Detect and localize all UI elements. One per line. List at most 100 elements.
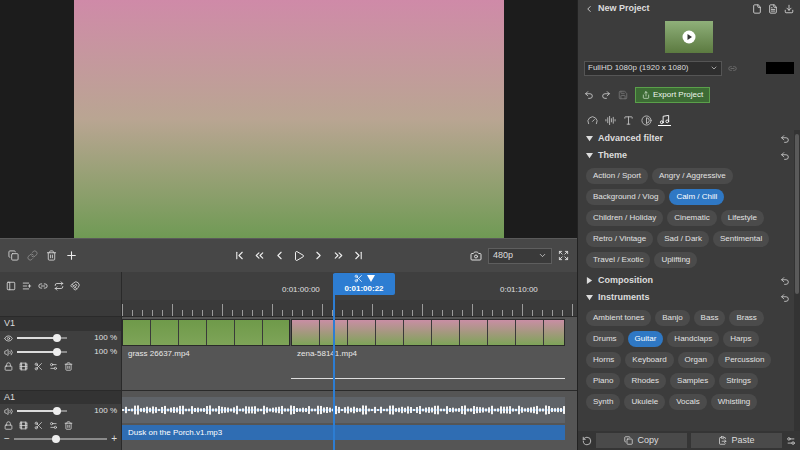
filter-chip[interactable]: Keyboard <box>625 352 673 368</box>
fast-forward-icon[interactable] <box>332 249 345 262</box>
rewind-icon[interactable] <box>253 249 266 262</box>
filter-chip[interactable]: Angry / Aggressive <box>652 168 733 184</box>
undo-icon[interactable] <box>584 90 594 100</box>
file-icon[interactable] <box>752 4 762 14</box>
document-icon[interactable] <box>768 4 778 14</box>
text-tab-icon[interactable] <box>623 115 634 126</box>
filter-chip[interactable]: Uplifting <box>654 252 697 268</box>
eye-icon[interactable] <box>4 334 13 343</box>
filter-chip[interactable]: Sentimental <box>713 231 769 247</box>
filter-chip[interactable]: Organ <box>678 352 714 368</box>
copy-button[interactable]: Copy <box>596 433 687 448</box>
collapsed-arrow-icon[interactable] <box>586 277 593 284</box>
filter-chip[interactable]: Lifestyle <box>721 210 764 226</box>
section-header[interactable]: Composition <box>586 272 790 289</box>
go-start-icon[interactable] <box>233 249 246 262</box>
panel-tab[interactable] <box>604 115 617 126</box>
overlay-tab-icon[interactable] <box>641 115 652 126</box>
filter-chip[interactable]: Horns <box>586 352 621 368</box>
filter-chip[interactable]: Synth <box>586 394 620 410</box>
reset-icon[interactable] <box>780 151 790 161</box>
step-forward-icon[interactable] <box>312 249 325 262</box>
speaker-icon[interactable] <box>4 348 13 357</box>
background-color-swatch[interactable] <box>766 62 794 74</box>
filter-chip[interactable]: Action / Sport <box>586 168 648 184</box>
filter-chip[interactable]: Whistling <box>711 394 757 410</box>
trash-icon[interactable] <box>64 362 73 371</box>
filter-chip[interactable]: Brass <box>729 310 763 326</box>
slider-track[interactable] <box>17 410 67 412</box>
playhead-badge[interactable]: 0:01:00:22 <box>333 273 395 295</box>
video-clip[interactable]: grass 26637.mp4 <box>122 319 290 379</box>
panel-tab[interactable] <box>586 115 599 126</box>
save-icon[interactable] <box>618 90 628 100</box>
section-header[interactable]: Instruments <box>586 289 790 306</box>
trash-icon[interactable] <box>46 250 57 261</box>
speed-tab-icon[interactable] <box>587 115 598 126</box>
panel-tab[interactable] <box>622 115 635 126</box>
filter-chip[interactable]: Ukulele <box>624 394 665 410</box>
scissors-icon[interactable] <box>354 274 363 283</box>
filter-chip[interactable]: Banjo <box>655 310 689 326</box>
filter-chip[interactable]: Background / Vlog <box>586 189 665 205</box>
slider-track[interactable] <box>17 337 67 339</box>
expanded-arrow-icon[interactable] <box>586 152 593 159</box>
reset-all-icon[interactable] <box>582 436 592 446</box>
link-tracks-icon[interactable] <box>38 281 48 291</box>
split-icon[interactable] <box>34 362 43 371</box>
settings-icon[interactable] <box>49 421 58 430</box>
redo-icon[interactable] <box>601 90 611 100</box>
magnet-icon[interactable] <box>70 281 80 291</box>
filter-chip[interactable]: Sad / Dark <box>657 231 709 247</box>
quality-select[interactable]: 480p <box>488 248 552 264</box>
reset-icon[interactable] <box>780 134 790 144</box>
filter-chip[interactable]: Children / Holiday <box>586 210 663 226</box>
back-icon[interactable] <box>584 4 594 14</box>
go-end-icon[interactable] <box>352 249 365 262</box>
filter-chip[interactable]: Drums <box>586 331 624 347</box>
filter-chip[interactable]: Harps <box>723 331 758 347</box>
marker-icon[interactable] <box>367 275 375 282</box>
link-icon[interactable] <box>728 64 737 73</box>
filter-chip[interactable]: Bass <box>694 310 726 326</box>
film-icon[interactable] <box>19 421 28 430</box>
filter-chip[interactable]: Piano <box>586 373 620 389</box>
audio-tab-icon[interactable] <box>605 115 616 126</box>
snapshot-icon[interactable] <box>470 250 482 262</box>
scrollbar[interactable] <box>794 130 800 431</box>
slider-thumb[interactable] <box>53 348 61 356</box>
filter-chip[interactable]: Cinematic <box>667 210 717 226</box>
film-icon[interactable] <box>19 362 28 371</box>
zoom-track[interactable] <box>14 438 107 440</box>
filter-chip[interactable]: Samples <box>670 373 715 389</box>
expanded-arrow-icon[interactable] <box>586 135 593 142</box>
section-header[interactable]: Theme <box>586 147 790 164</box>
copy-icon[interactable] <box>8 250 19 261</box>
step-back-icon[interactable] <box>273 249 286 262</box>
filter-chip[interactable]: Travel / Exotic <box>586 252 650 268</box>
filter-chip[interactable]: Guitar <box>628 331 664 347</box>
slider-thumb[interactable] <box>53 334 61 342</box>
resolution-select[interactable]: FullHD 1080p (1920 x 1080) <box>584 61 722 76</box>
fullscreen-icon[interactable] <box>558 250 569 261</box>
download-icon[interactable] <box>784 4 794 14</box>
scrollbar-thumb[interactable] <box>795 134 799 294</box>
audio-clip[interactable]: Dusk on the Porch.v1.mp3 <box>122 391 565 440</box>
playhead-line[interactable] <box>333 274 335 450</box>
filter-chip[interactable]: Handclaps <box>667 331 719 347</box>
filter-chip[interactable]: Rhodes <box>624 373 666 389</box>
slider-track[interactable] <box>17 351 67 353</box>
reset-icon[interactable] <box>780 276 790 286</box>
link-icon[interactable] <box>27 250 38 261</box>
filter-chip[interactable]: Calm / Chill <box>669 189 724 205</box>
trash-icon[interactable] <box>64 421 73 430</box>
section-header[interactable]: Advanced filter <box>586 130 790 147</box>
slider-thumb[interactable] <box>53 407 61 415</box>
lock-icon[interactable] <box>4 421 13 430</box>
settings-icon[interactable] <box>49 362 58 371</box>
export-button[interactable]: Export Project <box>635 87 710 103</box>
lock-icon[interactable] <box>4 362 13 371</box>
filter-chip[interactable]: Vocals <box>669 394 707 410</box>
expanded-arrow-icon[interactable] <box>586 294 593 301</box>
loop-icon[interactable] <box>54 281 64 291</box>
